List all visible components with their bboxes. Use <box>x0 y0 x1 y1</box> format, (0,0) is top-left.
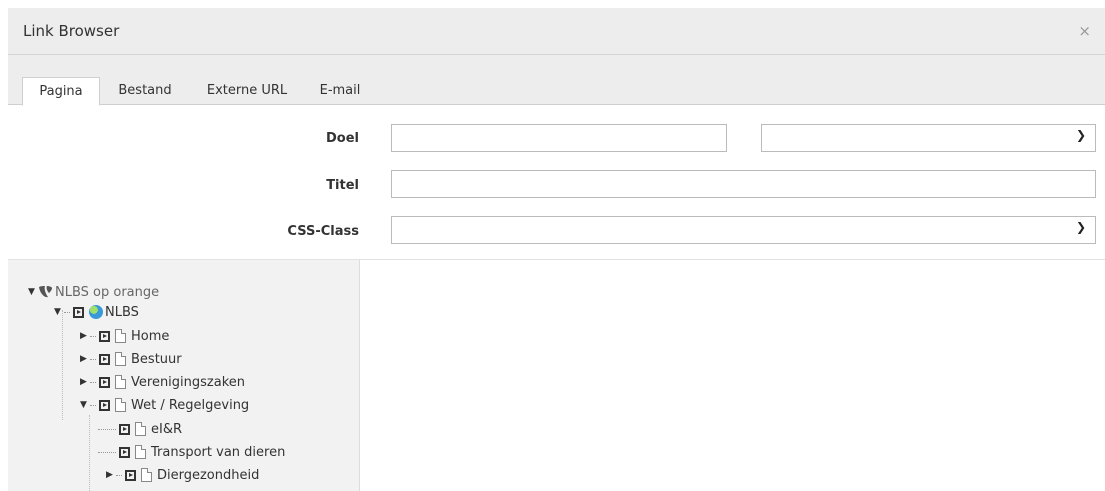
tree-node-subpage[interactable]: ▶ Diergezondheid <box>106 465 259 485</box>
close-icon[interactable]: × <box>1078 22 1091 40</box>
context-menu-icon[interactable] <box>119 446 130 458</box>
page-icon <box>141 468 152 482</box>
tree-node-subpage[interactable]: eI&R <box>98 419 182 439</box>
page-icon <box>115 398 126 412</box>
tree-subpage-label: eI&R <box>151 421 183 437</box>
tree-connector <box>90 335 96 337</box>
chevron-down-icon: ❯ <box>1075 128 1086 142</box>
tree-root-label: NLBS op orange <box>55 284 160 300</box>
title-label: Titel <box>326 178 359 193</box>
target-select[interactable]: ❯ <box>761 124 1096 152</box>
tab-email[interactable]: E-mail <box>310 77 370 105</box>
page-icon <box>115 352 126 366</box>
tab-externe-url[interactable]: Externe URL <box>194 77 300 105</box>
chevron-down-icon: ❯ <box>1075 220 1086 234</box>
tree-node-page[interactable]: ▶ Home <box>80 326 169 346</box>
context-menu-icon[interactable] <box>99 376 110 388</box>
tab-bestand[interactable]: Bestand <box>106 77 184 105</box>
dialog-header: Link Browser × <box>8 8 1105 55</box>
expand-arrow-icon[interactable]: ▶ <box>80 331 90 341</box>
expand-arrow-icon[interactable]: ▶ <box>106 470 116 480</box>
link-attributes-form: Doel ❯ Titel CSS-Class ❯ <box>8 106 1105 258</box>
target-label: Doel <box>326 131 359 146</box>
context-menu-icon[interactable] <box>99 330 110 342</box>
tree-node-root[interactable]: ▼ NLBS op orange <box>28 282 159 302</box>
tree-subpage-label: Diergezondheid <box>157 467 260 483</box>
tree-page-label: Bestuur <box>131 351 182 367</box>
tree-node-site[interactable]: ▼ NLBS <box>54 302 139 322</box>
tree-connector <box>116 474 122 476</box>
tree-page-label: Wet / Regelgeving <box>131 397 250 413</box>
tab-pagina[interactable]: Pagina <box>22 77 100 106</box>
tree-subpage-label: Transport van dieren <box>151 444 286 460</box>
tree-site-label: NLBS <box>105 304 139 320</box>
context-menu-icon[interactable] <box>99 399 110 411</box>
css-class-select[interactable]: ❯ <box>391 216 1096 244</box>
tree-node-subpage[interactable]: Transport van dieren <box>98 442 285 462</box>
css-class-label: CSS-Class <box>287 224 359 239</box>
dialog-title: Link Browser <box>23 22 120 40</box>
tree-connector <box>90 381 96 383</box>
context-menu-icon[interactable] <box>73 306 84 318</box>
page-icon <box>135 445 146 459</box>
target-input[interactable] <box>391 124 727 152</box>
tree-node-page[interactable]: ▼ Wet / Regelgeving <box>80 395 249 415</box>
typo3-logo-icon <box>39 286 52 298</box>
globe-icon <box>89 305 103 319</box>
collapse-arrow-icon[interactable]: ▼ <box>28 287 38 297</box>
page-tree: ▼ NLBS op orange ▼ NLBS ▶ Home ▶ Bestuur… <box>8 260 360 491</box>
content-panel <box>361 260 1105 491</box>
tree-connector <box>98 451 116 453</box>
title-input[interactable] <box>391 170 1096 198</box>
tab-bar: Pagina Bestand Externe URL E-mail <box>8 55 1105 106</box>
tree-connector <box>64 311 70 313</box>
collapse-arrow-icon[interactable]: ▼ <box>54 307 64 317</box>
context-menu-icon[interactable] <box>119 423 130 435</box>
context-menu-icon[interactable] <box>99 353 110 365</box>
tree-connector <box>98 428 116 430</box>
tree-connector <box>90 404 96 406</box>
tree-guide-line <box>89 415 90 491</box>
page-icon <box>115 375 126 389</box>
tree-page-label: Home <box>131 328 170 344</box>
tree-node-page[interactable]: ▶ Bestuur <box>80 349 182 369</box>
tree-node-page[interactable]: ▶ Verenigingszaken <box>80 372 245 392</box>
expand-arrow-icon[interactable]: ▶ <box>80 377 90 387</box>
context-menu-icon[interactable] <box>125 469 136 481</box>
tree-guide-line <box>62 310 63 420</box>
collapse-arrow-icon[interactable]: ▼ <box>80 400 90 410</box>
tree-page-label: Verenigingszaken <box>131 374 246 390</box>
page-icon <box>135 422 146 436</box>
expand-arrow-icon[interactable]: ▶ <box>80 354 90 364</box>
page-icon <box>115 329 126 343</box>
tree-connector <box>90 358 96 360</box>
